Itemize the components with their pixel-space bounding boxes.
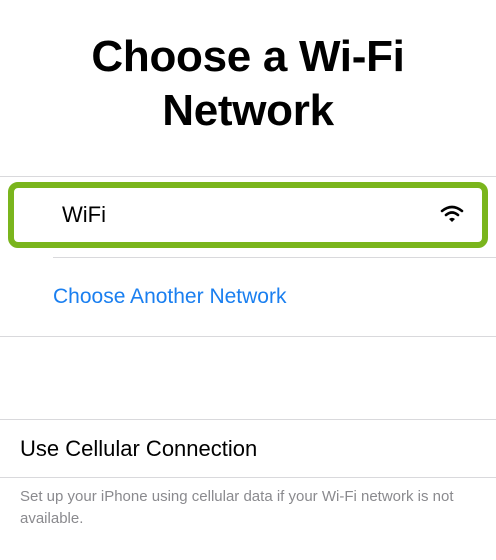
section-separator [0,336,496,337]
network-name: WiFi [62,202,106,227]
cellular-top-separator [0,419,496,420]
network-separator [53,257,496,258]
choose-another-network-link[interactable]: Choose Another Network [53,278,286,316]
cellular-label: Use Cellular Connection [20,436,258,461]
top-separator [0,176,496,177]
use-cellular-connection-row[interactable]: Use Cellular Connection [0,422,496,476]
wifi-signal-icon [440,205,464,223]
page-title-line2: Network [162,86,334,135]
page-title: Choose a Wi-Fi Network [0,30,496,138]
cellular-footnote: Set up your iPhone using cellular data i… [20,488,454,527]
network-row-wifi[interactable]: WiFi [8,182,488,248]
page-title-line1: Choose a Wi-Fi [91,32,405,81]
cellular-bottom-separator [0,477,496,478]
